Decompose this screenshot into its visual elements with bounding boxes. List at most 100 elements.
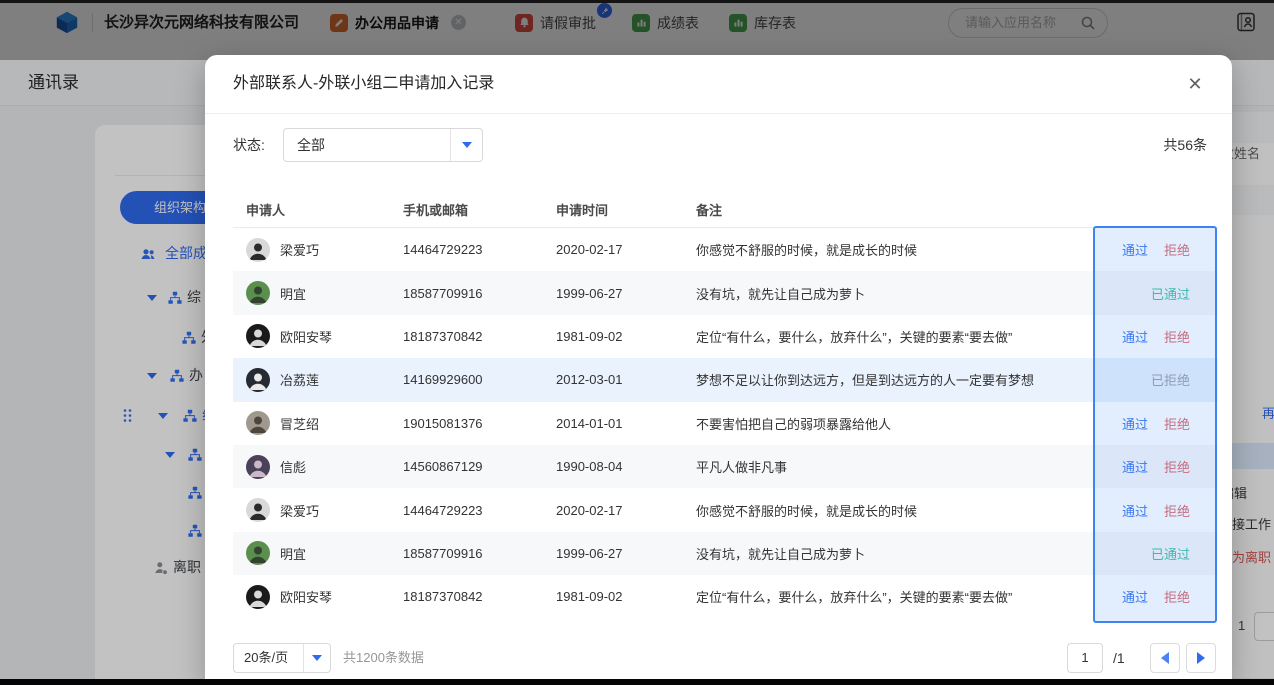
row-actions: 通过 拒绝	[1093, 240, 1218, 259]
phone-or-email: 18587709916	[390, 286, 543, 301]
approve-link[interactable]: 通过	[1122, 460, 1148, 475]
remark-text: 你感觉不舒服的时候，就是成长的时候	[683, 240, 1093, 259]
table-row: 明宜 185877099161999-06-27没有坑，就先让自己成为萝卜 已通过	[233, 532, 1218, 575]
remark-text: 定位“有什么，要什么，放弃什么”，关键的要素“要去做”	[683, 587, 1093, 606]
avatar	[246, 498, 270, 522]
applicant-name: 欧阳安琴	[280, 587, 332, 606]
applicant-name: 明宜	[280, 284, 306, 303]
chevron-down-icon	[303, 644, 330, 672]
apply-date: 2020-02-17	[543, 242, 683, 257]
table-row: 冶荔莲141699296002012-03-01梦想不足以让你到达远方，但是到达…	[233, 358, 1218, 401]
status-filter-select[interactable]: 全部	[283, 128, 483, 162]
table-footer: 20条/页 共1200条数据 1 /1	[205, 643, 1232, 673]
applicant-name: 明宜	[280, 544, 306, 563]
remark-text: 没有坑，就先让自己成为萝卜	[683, 544, 1093, 563]
arrow-left-icon	[1161, 652, 1169, 664]
avatar	[246, 411, 270, 435]
column-header-remark: 备注	[683, 195, 1093, 227]
status-filter-label: 状态:	[233, 128, 265, 162]
phone-or-email: 19015081376	[390, 416, 543, 431]
reject-link[interactable]: 拒绝	[1164, 330, 1190, 345]
phone-or-email: 14560867129	[390, 459, 543, 474]
applicant-name: 信彪	[280, 457, 306, 476]
row-actions: 通过 拒绝	[1093, 587, 1218, 606]
table-row: 明宜 185877099161999-06-27没有坑，就先让自己成为萝卜 已通过	[233, 271, 1218, 314]
phone-or-email: 18187370842	[390, 329, 543, 344]
status-filter-value: 全部	[297, 129, 325, 161]
approve-link[interactable]: 通过	[1122, 504, 1148, 519]
approve-link[interactable]: 通过	[1122, 330, 1148, 345]
page-total-text: /1	[1113, 643, 1125, 673]
modal-header: 外部联系人-外联小组二申请加入记录 ✕	[205, 55, 1232, 114]
chevron-down-icon	[450, 129, 482, 161]
window-chrome-top	[0, 0, 1274, 3]
phone-or-email: 14464729223	[390, 503, 543, 518]
phone-or-email: 18587709916	[390, 546, 543, 561]
apply-date: 2020-02-17	[543, 503, 683, 518]
avatar	[246, 324, 270, 348]
table-header: 申请人 手机或邮箱 申请时间 备注	[233, 195, 1218, 228]
reject-link[interactable]: 拒绝	[1164, 504, 1190, 519]
avatar	[246, 585, 270, 609]
apply-date: 2012-03-01	[543, 372, 683, 387]
next-page-button[interactable]	[1186, 643, 1216, 673]
table-row: 冒芝绍190150813762014-01-01不要害怕把自己的弱项暴露给他人通…	[233, 402, 1218, 445]
app-screen: 长沙异次元网络科技有限公司 办公用品申请✕请假审批成绩表库存表 请输入应用名称 …	[0, 0, 1274, 685]
table-row: 欧阳安琴181873708421981-09-02定位“有什么，要什么，放弃什么…	[233, 315, 1218, 358]
approve-link[interactable]: 通过	[1122, 417, 1148, 432]
phone-or-email: 18187370842	[390, 589, 543, 604]
status-approved-label: 已通过	[1151, 287, 1190, 302]
column-header-phone: 手机或邮箱	[390, 195, 543, 227]
reject-link[interactable]: 拒绝	[1164, 243, 1190, 258]
row-actions: 已通过	[1093, 544, 1218, 563]
reject-link[interactable]: 拒绝	[1164, 460, 1190, 475]
row-actions: 通过 拒绝	[1093, 457, 1218, 476]
column-header-actions	[1093, 195, 1218, 227]
status-approved-label: 已通过	[1151, 547, 1190, 562]
total-count-badge: 共56条	[1163, 128, 1207, 162]
page-size-select[interactable]: 20条/页	[233, 643, 331, 673]
apply-date: 1999-06-27	[543, 286, 683, 301]
approve-link[interactable]: 通过	[1122, 243, 1148, 258]
window-chrome-bottom	[0, 679, 1274, 685]
apply-date: 1999-06-27	[543, 546, 683, 561]
remark-text: 不要害怕把自己的弱项暴露给他人	[683, 414, 1093, 433]
modal-title: 外部联系人-外联小组二申请加入记录	[233, 55, 494, 113]
table-row: 梁爱巧 144647292232020-02-17你感觉不舒服的时候，就是成长的时…	[233, 488, 1218, 531]
remark-text: 梦想不足以让你到达远方，但是到达远方的人一定要有梦想	[683, 370, 1093, 389]
row-actions: 通过 拒绝	[1093, 414, 1218, 433]
modal-dim-overlay-top	[0, 0, 1274, 60]
remark-text: 没有坑，就先让自己成为萝卜	[683, 284, 1093, 303]
reject-link[interactable]: 拒绝	[1164, 590, 1190, 605]
applicant-name: 梁爱巧	[280, 501, 319, 520]
reject-link[interactable]: 拒绝	[1164, 417, 1190, 432]
avatar	[246, 281, 270, 305]
remark-text: 你感觉不舒服的时候，就是成长的时候	[683, 501, 1093, 520]
applicant-name: 冶荔莲	[280, 370, 319, 389]
modal-dialog: 外部联系人-外联小组二申请加入记录 ✕ 状态: 全部 共56条 申请人 手机或邮…	[205, 55, 1232, 685]
remark-text: 平凡人做非凡事	[683, 457, 1093, 476]
apply-date: 2014-01-01	[543, 416, 683, 431]
approve-link[interactable]: 通过	[1122, 590, 1148, 605]
applicant-name: 梁爱巧	[280, 240, 319, 259]
table-row: 欧阳安琴 181873708421981-09-02定位“有什么，要什么，放弃什么…	[233, 575, 1218, 618]
phone-or-email: 14464729223	[390, 242, 543, 257]
remark-text: 定位“有什么，要什么，放弃什么”，关键的要素“要去做”	[683, 327, 1093, 346]
table-row: 梁爱巧 144647292232020-02-17你感觉不舒服的时候，就是成长的时…	[233, 228, 1218, 271]
applicant-name: 欧阳安琴	[280, 327, 332, 346]
row-actions: 通过 拒绝	[1093, 327, 1218, 346]
table-row: 信彪145608671291990-08-04平凡人做非凡事通过拒绝	[233, 445, 1218, 488]
avatar	[246, 238, 270, 262]
avatar	[246, 541, 270, 565]
prev-page-button[interactable]	[1150, 643, 1180, 673]
arrow-right-icon	[1197, 652, 1205, 664]
row-actions: 通过 拒绝	[1093, 501, 1218, 520]
apply-date: 1981-09-02	[543, 589, 683, 604]
applicant-name: 冒芝绍	[280, 414, 319, 433]
table-rows: 梁爱巧144647292232020-02-17你感觉不舒服的时候，就是成长的时…	[233, 228, 1218, 619]
data-total-text: 共1200条数据	[343, 643, 424, 673]
row-actions: 已拒绝	[1093, 370, 1218, 389]
close-icon[interactable]: ✕	[1183, 72, 1207, 96]
row-actions: 已通过	[1093, 284, 1218, 303]
page-number-input[interactable]: 1	[1067, 643, 1103, 673]
